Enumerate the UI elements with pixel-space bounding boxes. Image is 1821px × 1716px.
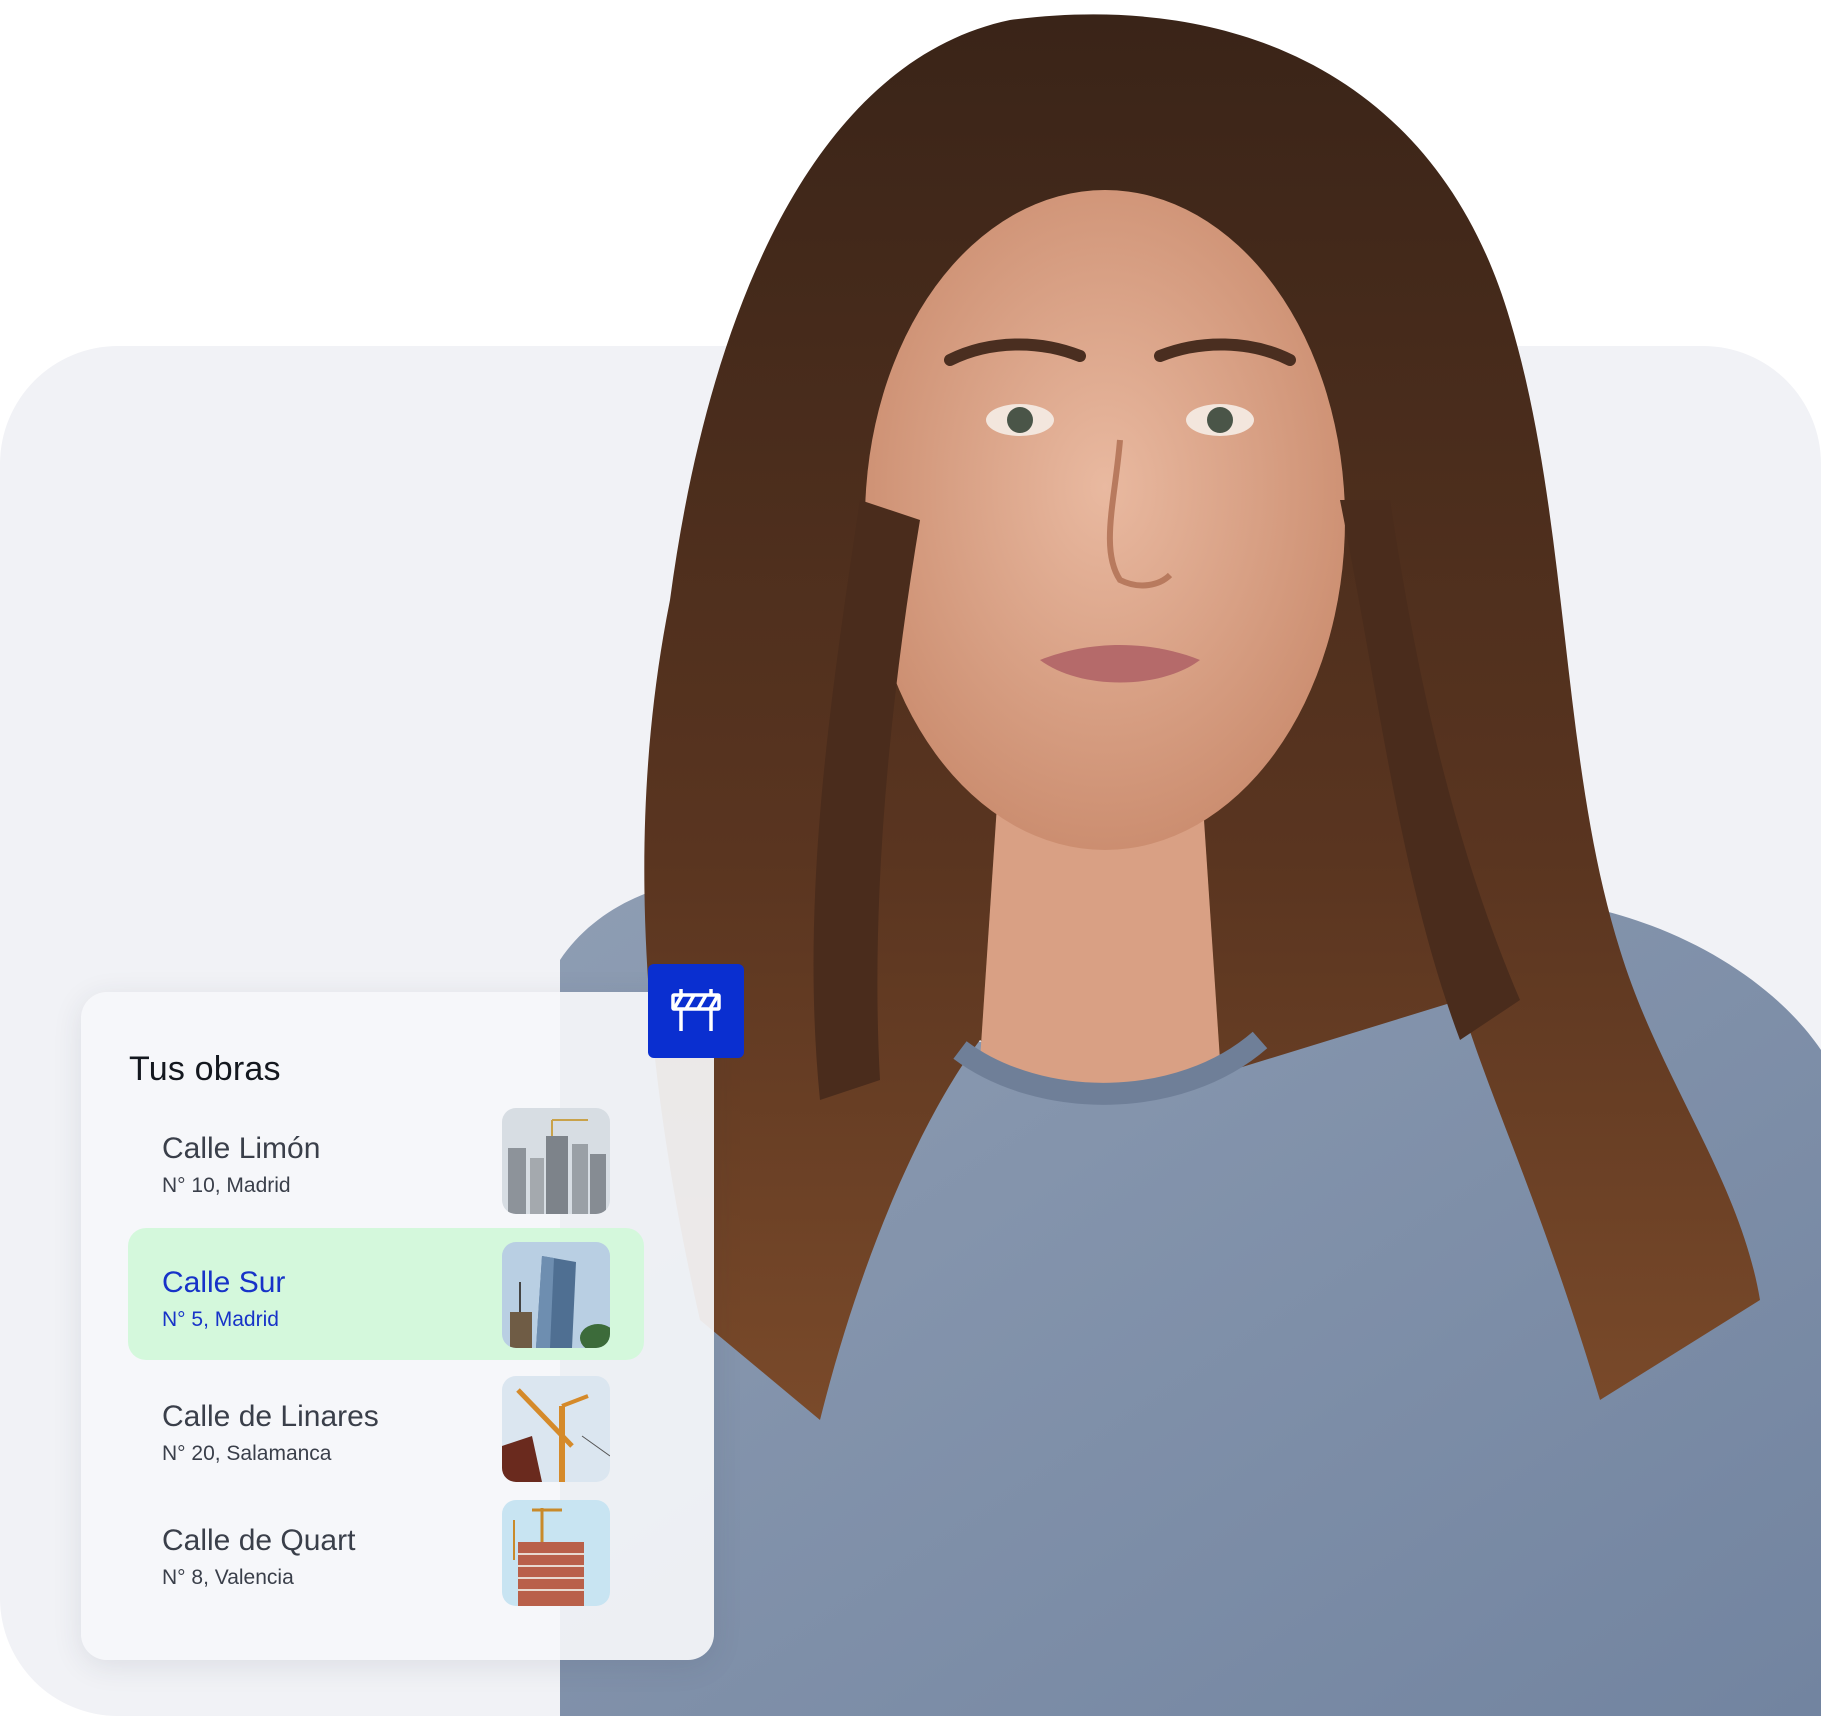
list-item-calle-de-quart[interactable]: Calle de Quart N° 8, Valencia bbox=[128, 1486, 644, 1618]
skyscrapers-photo bbox=[502, 1108, 610, 1214]
list-item-calle-de-linares[interactable]: Calle de Linares N° 20, Salamanca bbox=[128, 1362, 644, 1494]
card-title: Tus obras bbox=[129, 1050, 281, 1088]
item-address: N° 8, Valencia bbox=[162, 1566, 294, 1589]
item-address: N° 10, Madrid bbox=[162, 1174, 291, 1197]
projects-card: Tus obras Calle Limón N° 10, Madrid Call… bbox=[81, 992, 714, 1660]
construction-tower-photo bbox=[502, 1500, 610, 1606]
item-name: Calle de Linares bbox=[162, 1400, 379, 1433]
hero-stage: Tus obras Calle Limón N° 10, Madrid Call… bbox=[0, 0, 1821, 1716]
item-address: N° 20, Salamanca bbox=[162, 1442, 332, 1465]
barrier-icon-badge bbox=[648, 964, 744, 1058]
item-name: Calle Sur bbox=[162, 1266, 286, 1299]
list-item-calle-sur[interactable]: Calle Sur N° 5, Madrid bbox=[128, 1228, 644, 1360]
item-name: Calle Limón bbox=[162, 1132, 321, 1165]
item-address: N° 5, Madrid bbox=[162, 1308, 279, 1331]
item-name: Calle de Quart bbox=[162, 1524, 356, 1557]
crane-photo bbox=[502, 1376, 610, 1482]
glass-tower-photo bbox=[502, 1242, 610, 1348]
barrier-icon bbox=[671, 989, 721, 1031]
list-item-calle-limon[interactable]: Calle Limón N° 10, Madrid bbox=[128, 1094, 644, 1226]
woman-portrait-photo bbox=[560, 0, 1821, 1716]
